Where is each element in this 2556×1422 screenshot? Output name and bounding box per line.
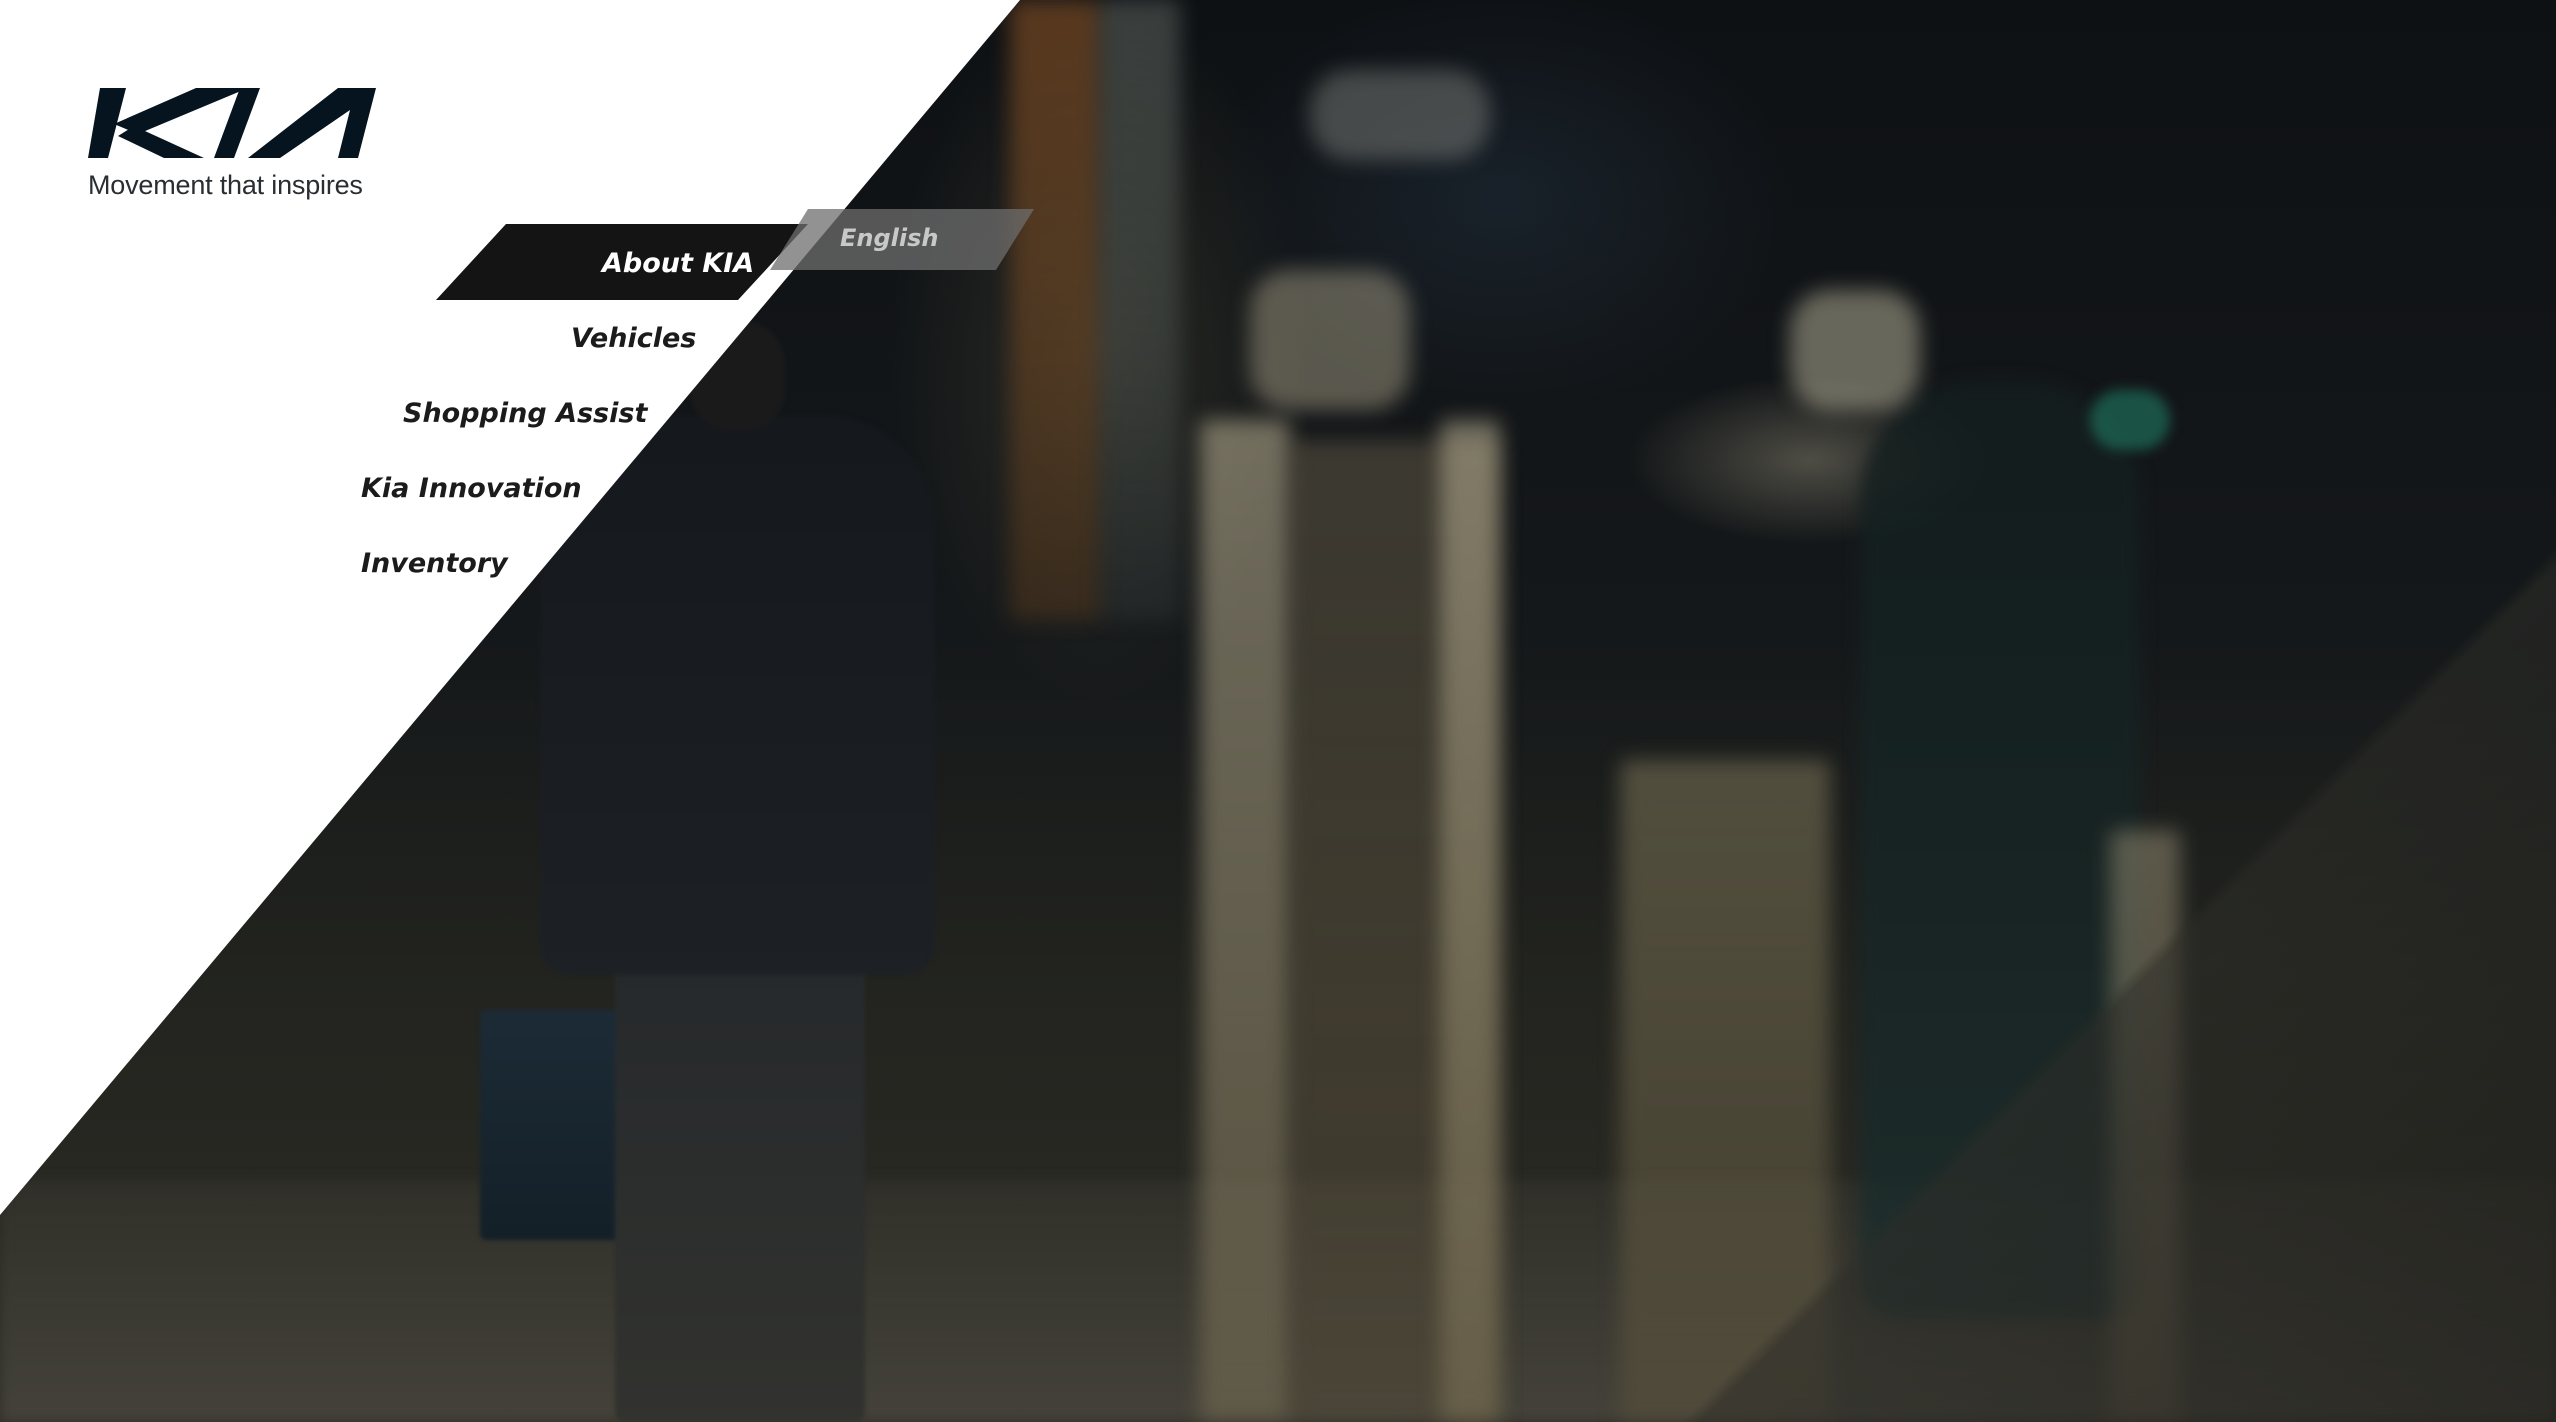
nav-item-about-kia[interactable]: About KIA (602, 248, 754, 279)
nav-item-kia-innovation[interactable]: Kia Innovation (361, 473, 582, 504)
hero-background-video (0, 0, 2556, 1422)
man-in-suit-figure (480, 320, 940, 1422)
kia-landing-page: Movement that inspires English About KIA… (0, 0, 2556, 1422)
nav-item-inventory[interactable]: Inventory (361, 548, 508, 579)
kia-logo[interactable]: Movement that inspires (88, 88, 378, 208)
nav-item-vehicles[interactable]: Vehicles (571, 323, 696, 354)
brand-tagline: Movement that inspires (88, 170, 363, 200)
language-label[interactable]: English (840, 224, 938, 252)
nav-item-shopping-assist[interactable]: Shopping Assist (403, 398, 647, 429)
background-figure (1860, 380, 2140, 1320)
kia-logo-mark-icon (88, 88, 376, 158)
